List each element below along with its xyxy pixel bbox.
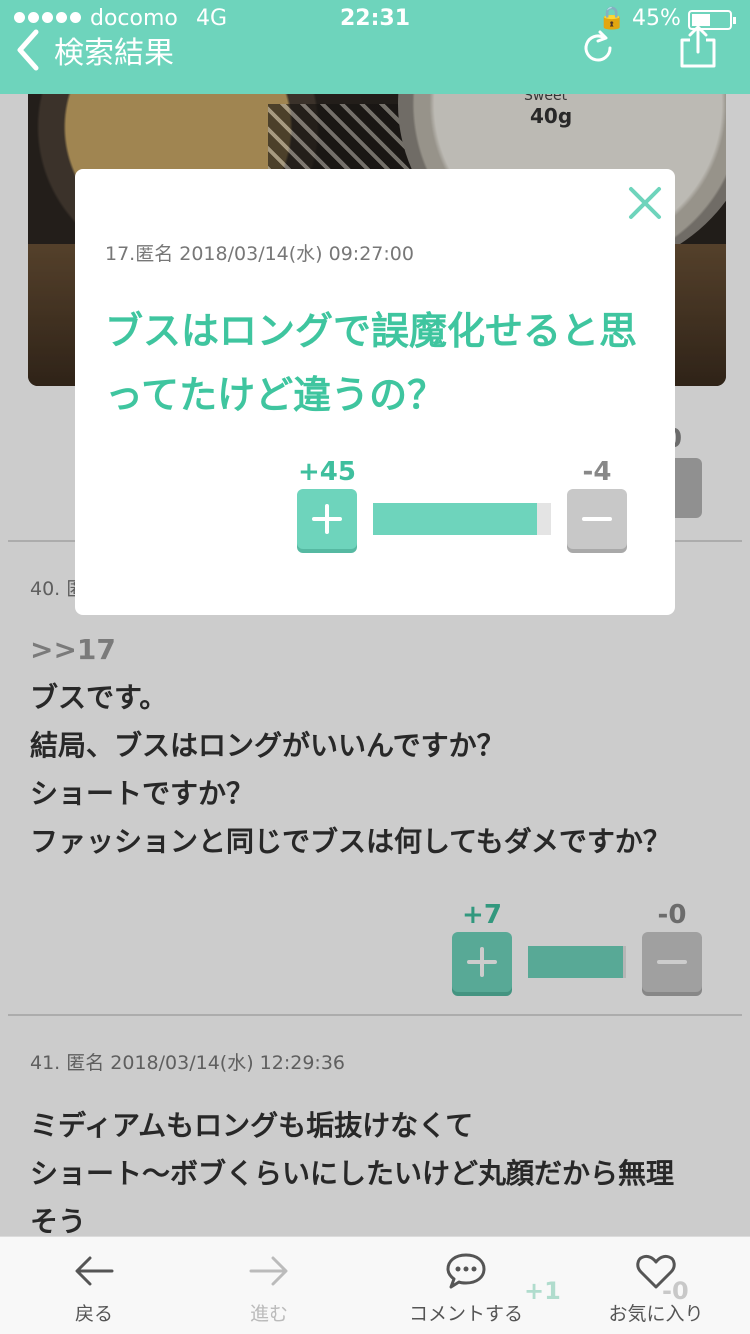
comment-text: ブスはロングで誤魔化せると思ってたけど違うの？ — [105, 309, 638, 417]
bottom-tab-bar: 戻る 進む コメントする お気に入り +1 -0 — [0, 1236, 750, 1334]
plus-icon — [312, 504, 342, 534]
minus-vote-button[interactable] — [567, 489, 627, 549]
tab-back[interactable]: 戻る — [0, 1237, 188, 1334]
underlying-minus-count: -0 — [662, 1277, 689, 1305]
comment-meta: 17.匿名 2018/03/14(水) 09:27:00 — [105, 243, 414, 265]
tab-forward[interactable]: 進む — [175, 1237, 363, 1334]
arrow-left-icon — [75, 1256, 114, 1286]
battery-percent: 45% — [632, 6, 681, 31]
minus-count: -4 — [582, 457, 612, 487]
chevron-left-icon — [17, 29, 39, 71]
reload-icon[interactable] — [578, 28, 618, 68]
underlying-plus-count: +1 — [524, 1277, 561, 1305]
comment-popup: 17.匿名 2018/03/14(水) 09:27:00 ブスはロングで誤魔化せ… — [75, 169, 675, 615]
tab-label: 戻る — [74, 1303, 113, 1325]
arrow-right-icon — [249, 1256, 288, 1286]
back-label: 検索結果 — [54, 36, 174, 71]
vote-widget: +45 -4 — [297, 457, 627, 557]
minus-icon — [582, 517, 612, 521]
tab-label: お気に入り — [608, 1303, 704, 1325]
share-icon[interactable] — [676, 24, 720, 70]
vote-ratio-fill — [373, 503, 537, 535]
comment-icon — [446, 1253, 486, 1289]
tab-label: 進む — [249, 1303, 288, 1325]
vote-ratio-bar — [373, 503, 551, 535]
plus-vote-button[interactable] — [297, 489, 357, 549]
tab-favorite[interactable]: お気に入り — [562, 1237, 750, 1334]
app-header: docomo 4G 22:31 🔒 45% 検索結果 — [0, 0, 750, 94]
close-icon[interactable] — [623, 181, 667, 225]
plus-count: +45 — [298, 457, 356, 487]
back-to-search-results-button[interactable]: 検索結果 — [12, 28, 174, 72]
